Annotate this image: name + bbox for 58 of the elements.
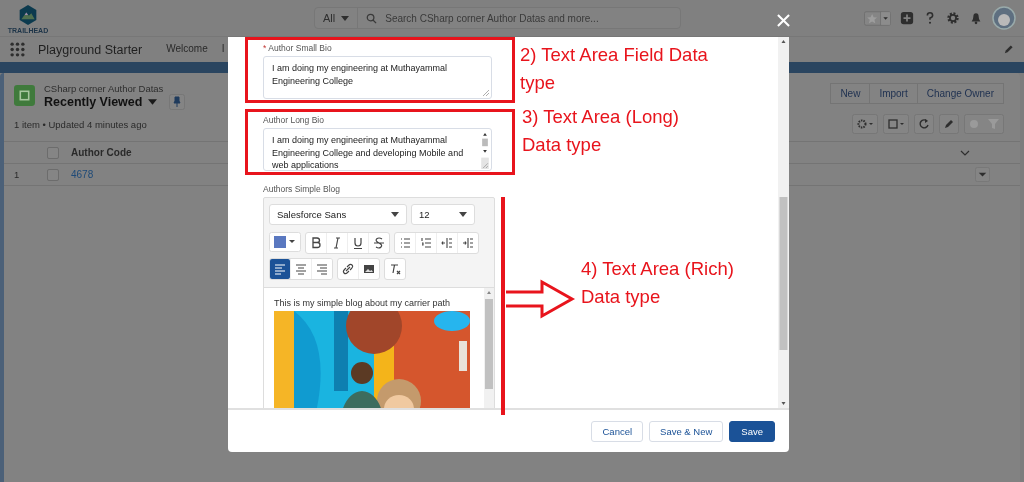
action-button[interactable]: Import bbox=[869, 83, 918, 104]
align-right-button[interactable] bbox=[311, 259, 332, 279]
pin-button[interactable] bbox=[169, 94, 186, 110]
table-icon[interactable] bbox=[883, 114, 909, 134]
font-size-dropdown[interactable]: 12 bbox=[411, 204, 475, 225]
annotation-text: 4) Text Area (Rich) Data type bbox=[581, 257, 734, 309]
action-button[interactable]: Change Owner bbox=[916, 83, 1004, 104]
nav-tab[interactable]: Welcome bbox=[166, 39, 208, 60]
action-button[interactable]: New bbox=[830, 83, 871, 104]
annotation-text: 3) Text Area (Long) Data type bbox=[522, 105, 679, 157]
pencil-icon[interactable] bbox=[1003, 44, 1014, 55]
resize-handle[interactable] bbox=[483, 90, 489, 96]
text-area-field[interactable]: I am doing my engineering at Muthayammal Engineering College bbox=[263, 56, 492, 99]
align-left-button[interactable] bbox=[270, 259, 290, 279]
footer-button[interactable]: Save & New bbox=[649, 420, 724, 442]
scrollbar[interactable] bbox=[778, 37, 789, 408]
bell-icon[interactable] bbox=[969, 11, 983, 25]
field-label: Author Long Bio bbox=[263, 115, 324, 125]
search-scope-dropdown[interactable]: All bbox=[315, 8, 359, 28]
caret-icon[interactable] bbox=[459, 212, 467, 217]
font-family-dropdown[interactable]: Salesforce Sans bbox=[269, 204, 407, 225]
required-mark: * bbox=[263, 43, 267, 53]
search-bar[interactable]: All Search CSharp corner Author Datas and more... bbox=[314, 7, 682, 29]
text-color-button[interactable] bbox=[269, 232, 301, 252]
footer-button[interactable]: Cancel bbox=[591, 420, 644, 442]
scrollbar[interactable] bbox=[481, 131, 489, 169]
caret-icon[interactable] bbox=[391, 212, 399, 217]
object-name: CSharp corner Author Datas bbox=[44, 83, 165, 94]
search-icon bbox=[366, 12, 378, 24]
search-field[interactable]: Search CSharp corner Author Datas and more... bbox=[385, 12, 673, 24]
list-status: 1 item • Updated 4 minutes ago bbox=[14, 118, 147, 130]
field-label: Authors Simple Blog bbox=[263, 184, 340, 194]
footer-button[interactable]: Save bbox=[729, 420, 775, 442]
chevron-icon[interactable] bbox=[960, 149, 970, 156]
clear-formatting-button[interactable] bbox=[384, 258, 406, 280]
avatar-icon[interactable] bbox=[992, 6, 1016, 30]
plus-icon[interactable] bbox=[900, 11, 914, 25]
row-number: 1 bbox=[14, 169, 21, 180]
row-checkbox[interactable] bbox=[47, 168, 59, 181]
list-view-selector[interactable]: Recently Viewed bbox=[44, 95, 143, 109]
row-menu-button[interactable] bbox=[975, 167, 990, 182]
chip-icon bbox=[14, 85, 35, 106]
annotation-arrow bbox=[504, 279, 576, 319]
refresh-icon[interactable] bbox=[914, 114, 934, 134]
pencil-icon[interactable] bbox=[939, 114, 959, 134]
caret-icon[interactable] bbox=[148, 99, 158, 105]
blog-text: This is my simple blog about my carrier path bbox=[274, 298, 452, 308]
app-launcher-icon[interactable] bbox=[10, 42, 25, 57]
field-label: Author Small Bio bbox=[268, 43, 332, 53]
select-all-checkbox[interactable] bbox=[47, 146, 59, 159]
app-name: Playground Starter bbox=[38, 42, 143, 57]
mountain-badge-icon bbox=[18, 2, 38, 27]
text-area-field[interactable]: I am doing my engineering at Muthayammal Engineering College and developing Mobile and web applications bbox=[263, 128, 492, 171]
settings-icon[interactable] bbox=[946, 11, 960, 25]
settings-icon[interactable] bbox=[852, 114, 878, 134]
close-icon[interactable] bbox=[777, 14, 790, 27]
annotation-text: 2) Text Area Field Data type bbox=[520, 43, 708, 95]
scrollbar[interactable] bbox=[484, 288, 494, 408]
